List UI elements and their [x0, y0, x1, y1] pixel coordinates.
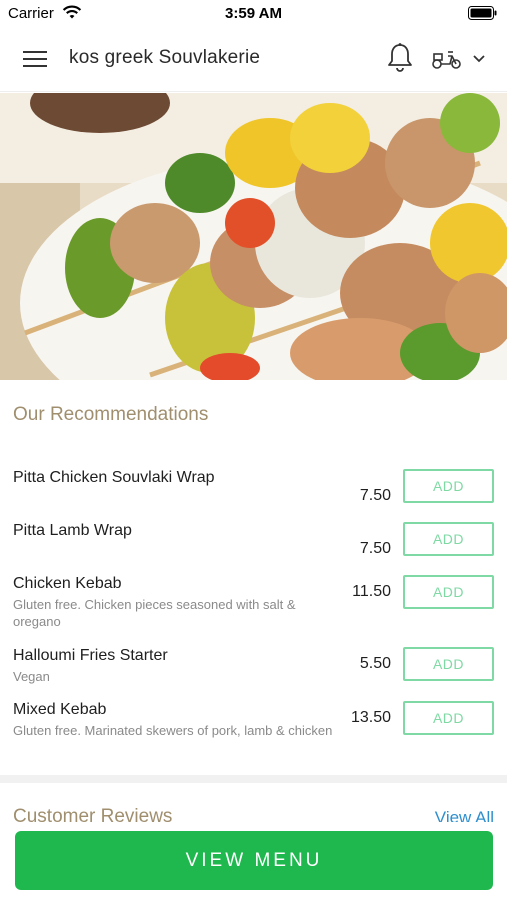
item-name: Mixed Kebab [13, 701, 107, 718]
add-button[interactable]: ADD [403, 522, 494, 556]
item-price: 7.50 [359, 540, 391, 557]
view-menu-button[interactable]: VIEW MENU [15, 831, 493, 890]
add-button[interactable]: ADD [403, 469, 494, 503]
hero-image [0, 93, 507, 380]
item-name: Halloumi Fries Starter [13, 647, 168, 664]
item-name: Pitta Chicken Souvlaki Wrap [13, 469, 215, 486]
item-description: Gluten free. Chicken pieces seasoned wit… [13, 597, 296, 629]
item-description: Gluten free. Marinated skewers of pork, … [13, 723, 333, 738]
menu-icon[interactable] [22, 48, 48, 70]
item-name: Pitta Lamb Wrap [13, 522, 132, 539]
add-button[interactable]: ADD [403, 647, 494, 681]
add-button[interactable]: ADD [403, 701, 494, 735]
item-name: Chicken Kebab [13, 575, 122, 592]
scooter-icon[interactable] [431, 48, 463, 70]
add-button[interactable]: ADD [403, 575, 494, 609]
restaurant-name: kos greek Souvlakerie [69, 47, 261, 68]
recommendations-title: Our Recommendations [13, 404, 209, 425]
item-price: 11.50 [352, 583, 391, 600]
section-divider [0, 775, 507, 783]
item-price: 13.50 [350, 709, 391, 726]
battery-icon [468, 6, 497, 20]
app-header: kos greek Souvlakerie [0, 28, 507, 92]
bell-icon[interactable] [386, 42, 414, 74]
item-price: 7.50 [359, 487, 391, 504]
chevron-down-icon[interactable] [472, 54, 486, 64]
item-description: Vegan [13, 669, 50, 684]
status-bar: Carrier 3:59 AM [0, 0, 507, 28]
item-price: 5.50 [359, 655, 391, 672]
status-time: 3:59 AM [225, 5, 282, 22]
hero-souvlaki-illustration [0, 93, 507, 380]
